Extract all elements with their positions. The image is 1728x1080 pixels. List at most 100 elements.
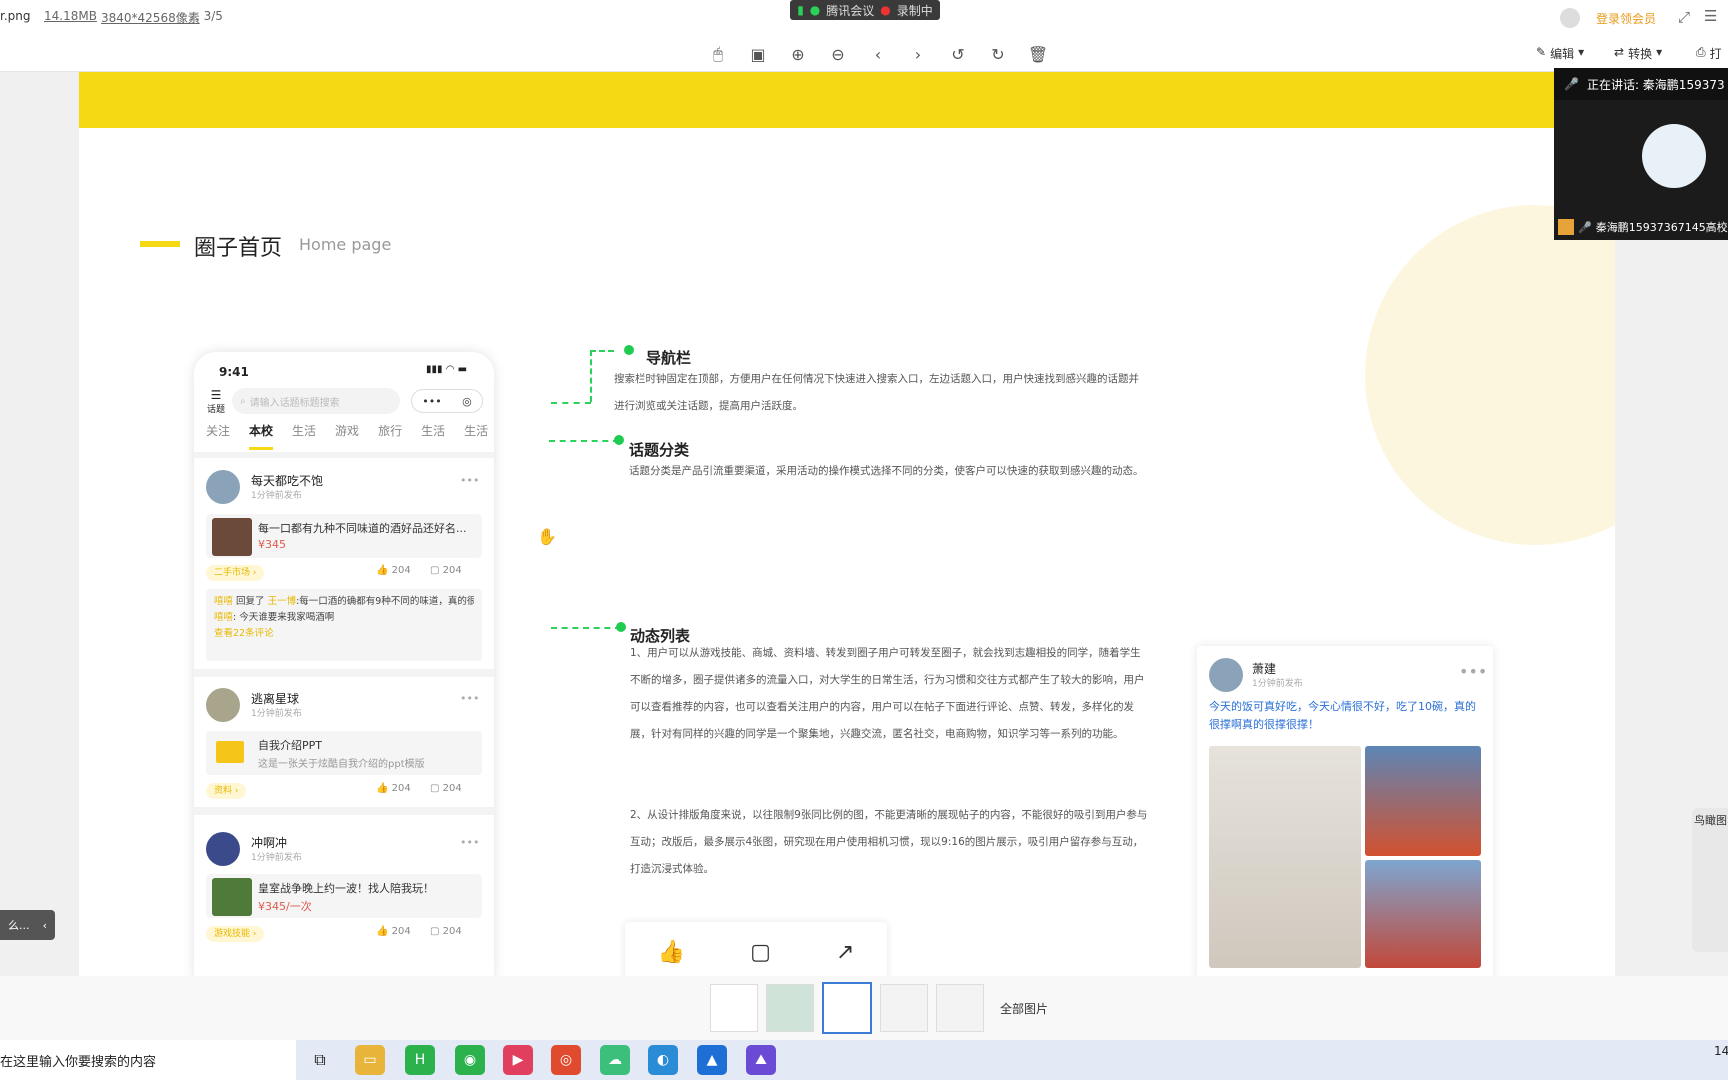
tab-life-2[interactable]: 生活: [421, 422, 445, 450]
more-dots-icon[interactable]: •••: [422, 395, 441, 408]
tag-label: 游戏技能: [214, 929, 251, 939]
goods-title: 皇室战争晚上约一波！找人陪我玩！: [258, 882, 434, 895]
thumbs-up-icon: 👍: [376, 783, 389, 794]
tab-school[interactable]: 本校: [249, 422, 274, 450]
print-button[interactable]: ⎙ 打: [1696, 45, 1722, 62]
comment-button[interactable]: ▢ 204: [430, 565, 462, 576]
tag-badge[interactable]: 游戏技能 ›: [206, 926, 265, 942]
status-icons: ▮▮▮ ◠ ▬: [426, 364, 468, 375]
file-card[interactable]: 自我介绍PPT 这是一张关于炫酷自我介绍的ppt模版: [206, 731, 482, 775]
mouse-icon[interactable]: 🖱: [704, 40, 732, 68]
zoom-in-icon[interactable]: ⊕: [784, 40, 812, 68]
participant-avatar: [1642, 124, 1706, 188]
view-more-comments[interactable]: 查看22条评论: [214, 626, 474, 642]
thumbnail-5[interactable]: [936, 984, 984, 1032]
search-icon: ⌕: [240, 395, 246, 407]
avatar[interactable]: [206, 832, 240, 866]
tab-follow[interactable]: 关注: [206, 422, 230, 450]
prev-icon[interactable]: ‹: [864, 40, 892, 68]
chrome-icon[interactable]: ◎: [551, 1045, 581, 1075]
tab-life-3[interactable]: 生活: [464, 422, 488, 450]
next-icon[interactable]: ›: [904, 40, 932, 68]
post-user[interactable]: 每天都吃不饱: [251, 472, 323, 489]
heading-accent-bar: [140, 241, 180, 247]
topic-entry[interactable]: ☰ 话题: [205, 388, 227, 415]
file-explorer-icon[interactable]: ▭: [355, 1045, 385, 1075]
goods-title: 每一口都有九种不同味道的酒好品还好名...: [258, 522, 467, 535]
page-title-en: Home page: [299, 235, 392, 254]
post-user[interactable]: 冲啊冲: [251, 834, 287, 851]
action-bar-mockup: 👍 ▢ ↗: [625, 922, 887, 976]
media-app-icon[interactable]: ▶: [503, 1045, 533, 1075]
connector-dot: [616, 622, 626, 632]
close-target-icon[interactable]: ◎: [462, 395, 472, 408]
green-dot-icon: ●: [809, 3, 821, 17]
rotate-right-icon[interactable]: ↻: [984, 40, 1012, 68]
share-icon: ↗: [835, 939, 855, 965]
like-button[interactable]: 👍 204: [376, 783, 411, 794]
comment-reply-to: 王一博: [267, 596, 297, 607]
taskbar-search[interactable]: 在这里输入你要搜索的内容: [0, 1040, 296, 1080]
connector-line: [590, 350, 614, 352]
comment-button[interactable]: ▢ 204: [430, 926, 462, 937]
comment-preview[interactable]: 嘻嘻 回复了 王一博:每一口酒的确都有9种不同的味道，真的很好喝，喜欢喝…哈哈哈…: [206, 589, 482, 661]
signal-icon: ▮: [797, 3, 804, 17]
rotate-left-icon[interactable]: ↺: [944, 40, 972, 68]
edit-button[interactable]: ✎ 编辑 ▾: [1536, 45, 1584, 62]
wechat-icon[interactable]: ◉: [455, 1045, 485, 1075]
chat-app-icon[interactable]: ☁: [600, 1045, 630, 1075]
like-button[interactable]: 👍 204: [376, 565, 411, 576]
thumbnail-3-active[interactable]: [822, 982, 872, 1034]
goods-card[interactable]: 每一口都有九种不同味道的酒好品还好名... ¥345: [206, 514, 482, 558]
goods-card[interactable]: 皇室战争晚上约一波！找人陪我玩！ ¥345/一次: [206, 874, 482, 918]
fullscreen-icon[interactable]: ⤢: [1678, 8, 1690, 26]
birdseye-view-tab[interactable]: 鸟瞰图: [1692, 808, 1728, 952]
image-canvas: 圈子首页 Home page 9:41 ▮▮▮ ◠ ▬ ☰ 话题 ⌕ 请输入话题…: [79, 72, 1615, 976]
fit-screen-icon[interactable]: ▣: [744, 40, 772, 68]
delete-icon[interactable]: 🗑: [1024, 40, 1052, 68]
meeting-status-pill[interactable]: ▮ ● 腾讯会议 ● 录制中: [790, 0, 940, 20]
tab-life[interactable]: 生活: [292, 422, 316, 450]
avatar[interactable]: [1560, 8, 1580, 28]
thumbnail-2[interactable]: [766, 984, 814, 1032]
tab-games[interactable]: 游戏: [335, 422, 359, 450]
h-app-icon[interactable]: H: [405, 1045, 435, 1075]
menu-icon[interactable]: ☰: [1704, 7, 1717, 25]
avatar[interactable]: [206, 688, 240, 722]
connector-line: [551, 627, 621, 629]
search-input[interactable]: ⌕ 请输入话题标题搜索: [232, 388, 400, 414]
comment-button[interactable]: ▢ 204: [430, 783, 462, 794]
yellow-header-band: [79, 72, 1615, 128]
login-vip-link[interactable]: 登录领会员: [1596, 10, 1656, 27]
thumbnail-4[interactable]: [880, 984, 928, 1032]
tab-travel[interactable]: 旅行: [378, 422, 402, 450]
more-dots-icon[interactable]: •••: [460, 474, 479, 487]
section-body-nav: 搜索栏时钟固定在顶部，方便用户在任何情况下快速进入搜索入口，左边话题入口，用户快…: [614, 373, 1139, 412]
divider: [194, 452, 494, 458]
all-images-link[interactable]: 全部图片: [1000, 1000, 1048, 1017]
like-count: 204: [391, 783, 411, 794]
image-dimensions[interactable]: 3840*42568像素: [101, 9, 200, 26]
post-user[interactable]: 逃离星球: [251, 690, 299, 707]
more-dots-icon[interactable]: •••: [460, 692, 479, 705]
zoom-out-icon[interactable]: ⊖: [824, 40, 852, 68]
chevron-down-icon: ▾: [1578, 45, 1585, 59]
comment-icon: ▢: [430, 926, 440, 937]
thumbnail-1[interactable]: [710, 984, 758, 1032]
side-collapse-tab[interactable]: 么... ‹: [0, 910, 55, 940]
image-viewer-icon[interactable]: ⛰: [746, 1045, 776, 1075]
tag-badge[interactable]: 二手市场 ›: [206, 565, 265, 581]
avatar[interactable]: [206, 470, 240, 504]
mini-program-capsule[interactable]: ••• ◎: [411, 389, 483, 413]
photo-app-icon[interactable]: ▲: [697, 1045, 727, 1075]
like-button[interactable]: 👍 204: [376, 926, 411, 937]
connector-line: [551, 402, 591, 404]
comment-user: 嘻嘻: [214, 596, 234, 607]
search-placeholder: 请输入话题标题搜索: [249, 397, 340, 409]
more-dots-icon[interactable]: •••: [460, 836, 479, 849]
meeting-app-icon[interactable]: ◐: [648, 1045, 678, 1075]
task-view-icon[interactable]: ⧉: [305, 1045, 335, 1075]
tag-badge[interactable]: 资料 ›: [206, 783, 247, 799]
convert-button[interactable]: ⇄ 转换 ▾: [1614, 45, 1662, 62]
file-size[interactable]: 14.18MB: [44, 9, 97, 23]
